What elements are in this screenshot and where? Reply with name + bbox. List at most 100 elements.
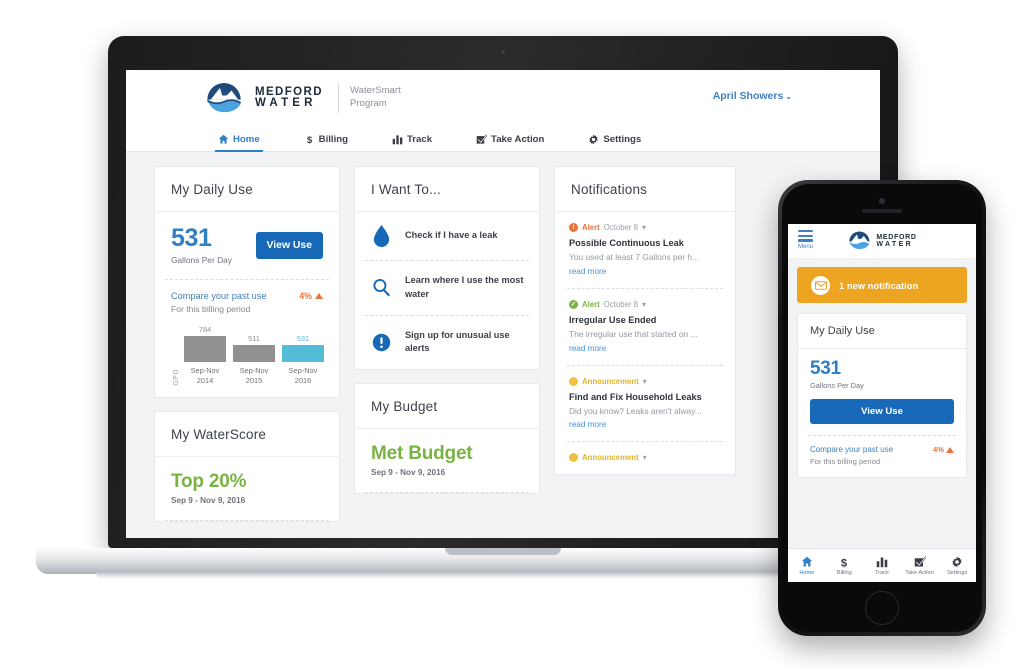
nav-item-take-action[interactable]: Take Action bbox=[476, 126, 544, 152]
hamburger-menu-icon bbox=[798, 230, 813, 242]
brand-lockup: MEDFORD WATER WaterSmart Program bbox=[204, 82, 401, 114]
notification-item[interactable]: Announcement ▾ Find and Fix Household Le… bbox=[555, 366, 735, 442]
chevron-down-icon[interactable]: ▾ bbox=[642, 223, 646, 232]
notification-item[interactable]: Announcement ▾ bbox=[555, 442, 735, 474]
column-middle: I Want To... Check if I have a leak Lear… bbox=[354, 166, 540, 535]
card-notifications: Notifications ! Alert October 8 ▾ Possib… bbox=[554, 166, 736, 476]
brand-divider bbox=[337, 83, 339, 113]
nav-label-home: Home bbox=[233, 133, 260, 145]
checkbox-check-icon bbox=[901, 555, 939, 568]
phone-tab-bar: Home $ Billing Track Take Action Setting… bbox=[788, 548, 976, 582]
chevron-down-icon: ⌄ bbox=[785, 92, 792, 101]
bar-chart-icon bbox=[392, 134, 403, 145]
alert-exclamation-icon: ! bbox=[569, 223, 578, 232]
brand-name-line2: WATER bbox=[255, 97, 317, 109]
phone-tab-billing[interactable]: $ Billing bbox=[826, 555, 864, 576]
phone-camera-icon bbox=[879, 198, 885, 204]
nav-item-settings[interactable]: Settings bbox=[588, 126, 641, 152]
notification-title: Irregular Use Ended bbox=[569, 314, 657, 325]
phone-view-use-button[interactable]: View Use bbox=[810, 399, 954, 424]
card-i-want-to: I Want To... Check if I have a leak Lear… bbox=[354, 166, 540, 371]
chart-bar-label: Sep-Nov 2015 bbox=[239, 366, 269, 385]
compare-past-use-section: Compare your past use 4% For this billin… bbox=[155, 280, 339, 397]
phone-device: Menu MEDFORD WATER 1 new notification My… bbox=[778, 180, 986, 636]
compare-percent-value: 4% bbox=[299, 291, 312, 301]
nav-item-track[interactable]: Track bbox=[392, 126, 432, 152]
read-more-link[interactable]: read more bbox=[569, 420, 721, 429]
chart-bar-label: Sep-Nov 2014 bbox=[190, 366, 220, 385]
notification-item[interactable]: ! Alert October 8 ▾ Possible Continuous … bbox=[555, 212, 735, 288]
phone-menu-button[interactable]: Menu bbox=[798, 230, 813, 250]
read-more-link[interactable]: read more bbox=[569, 267, 721, 276]
daily-use-unit: Gallons Per Day bbox=[171, 255, 232, 265]
past-use-bar-chart: GPD 784 Sep-Nov 2014 511 Sep-Nov 2015 53… bbox=[171, 325, 324, 386]
phone-tab-settings[interactable]: Settings bbox=[938, 555, 976, 576]
phone-card-title: My Daily Use bbox=[810, 325, 875, 337]
notification-kind: Alert bbox=[582, 223, 600, 232]
nav-label-track: Track bbox=[406, 133, 433, 145]
program-line1: WaterSmart bbox=[349, 85, 401, 97]
chart-bar-value: 531 bbox=[296, 333, 310, 343]
chevron-down-icon[interactable]: ▾ bbox=[643, 453, 647, 462]
laptop-camera-icon bbox=[500, 49, 506, 55]
i-want-to-label: Check if I have a leak bbox=[405, 230, 498, 241]
i-want-to-row-most-water[interactable]: Learn where I use the most water bbox=[355, 261, 539, 315]
phone-daily-use-unit: Gallons Per Day bbox=[810, 381, 864, 390]
notification-item[interactable]: ✓ Alert October 8 ▾ Irregular Use Ended … bbox=[555, 289, 735, 365]
phone-header: Menu MEDFORD WATER bbox=[788, 224, 976, 258]
read-more-link[interactable]: read more bbox=[569, 344, 721, 353]
phone-notification-banner[interactable]: 1 new notification bbox=[797, 267, 967, 303]
phone-home-button[interactable] bbox=[865, 591, 899, 625]
phone-tab-take-action[interactable]: Take Action bbox=[901, 555, 939, 576]
nav-label-settings: Settings bbox=[603, 133, 642, 145]
site-header: MEDFORD WATER WaterSmart Program April S… bbox=[126, 70, 880, 126]
phone-tab-label: Home bbox=[799, 570, 815, 576]
phone-daily-use-value: 531 bbox=[810, 358, 841, 379]
card-title-budget: My Budget bbox=[371, 399, 438, 415]
card-header: My WaterScore bbox=[155, 412, 339, 458]
phone-tab-home[interactable]: Home bbox=[788, 555, 826, 576]
phone-speaker-icon bbox=[862, 209, 902, 213]
nav-item-billing[interactable]: $ Billing bbox=[304, 126, 347, 152]
home-icon bbox=[788, 555, 826, 568]
chart-bar-value: 784 bbox=[198, 325, 212, 334]
compare-past-use-link[interactable]: Compare your past use bbox=[171, 291, 267, 301]
daily-use-value: 531 bbox=[171, 224, 212, 252]
i-want-to-row-alerts[interactable]: Sign up for unusual use alerts bbox=[355, 316, 539, 370]
card-header: My Budget bbox=[355, 384, 539, 430]
exclamation-circle-icon bbox=[369, 333, 393, 352]
notification-title: Possible Continuous Leak bbox=[569, 238, 684, 248]
home-icon bbox=[218, 134, 229, 145]
web-dashboard-page: MEDFORD WATER WaterSmart Program April S… bbox=[126, 70, 880, 538]
view-use-button[interactable]: View Use bbox=[255, 232, 323, 259]
phone-compare-link[interactable]: Compare your past use bbox=[810, 445, 893, 454]
nav-label-take-action: Take Action bbox=[491, 133, 545, 145]
card-my-daily-use: My Daily Use 531 Gallons Per Day View Us… bbox=[154, 166, 340, 399]
chart-y-axis-label: GPD bbox=[173, 368, 180, 386]
program-line2: Program bbox=[349, 98, 387, 109]
notification-kind: Announcement bbox=[582, 453, 639, 463]
compare-subtitle: For this billing period bbox=[171, 304, 251, 314]
notification-meta: ✓ Alert October 8 ▾ bbox=[569, 299, 721, 309]
notification-meta: Announcement ▾ bbox=[569, 453, 721, 463]
svg-text:$: $ bbox=[841, 557, 848, 568]
nav-item-home[interactable]: Home bbox=[215, 126, 263, 152]
column-right: Notifications ! Alert October 8 ▾ Possib… bbox=[554, 166, 736, 535]
chevron-down-icon[interactable]: ▾ bbox=[642, 300, 646, 309]
mountain-water-logo-icon bbox=[847, 231, 871, 250]
check-circle-icon: ✓ bbox=[569, 299, 578, 309]
phone-menu-label: Menu bbox=[798, 243, 814, 250]
chevron-down-icon[interactable]: ▾ bbox=[643, 377, 647, 386]
phone-brand-line1: MEDFORD bbox=[876, 233, 917, 241]
i-want-to-row-leak[interactable]: Check if I have a leak bbox=[355, 212, 539, 260]
account-name: April Showers bbox=[712, 90, 784, 102]
card-my-waterscore: My WaterScore Top 20% Sep 9 - Nov 9, 201… bbox=[154, 411, 340, 523]
checkbox-check-icon bbox=[476, 133, 488, 145]
account-menu[interactable]: April Showers ⌄ bbox=[713, 90, 792, 102]
phone-brand-line2: WATER bbox=[876, 240, 914, 248]
phone-tab-track[interactable]: Track bbox=[863, 555, 901, 576]
waterscore-body: Top 20% Sep 9 - Nov 9, 2016 bbox=[155, 457, 339, 520]
chart-bar-group: 784 Sep-Nov 2014 bbox=[184, 325, 226, 385]
phone-card-header: My Daily Use bbox=[798, 314, 966, 349]
mountain-water-logo-icon bbox=[204, 82, 244, 114]
